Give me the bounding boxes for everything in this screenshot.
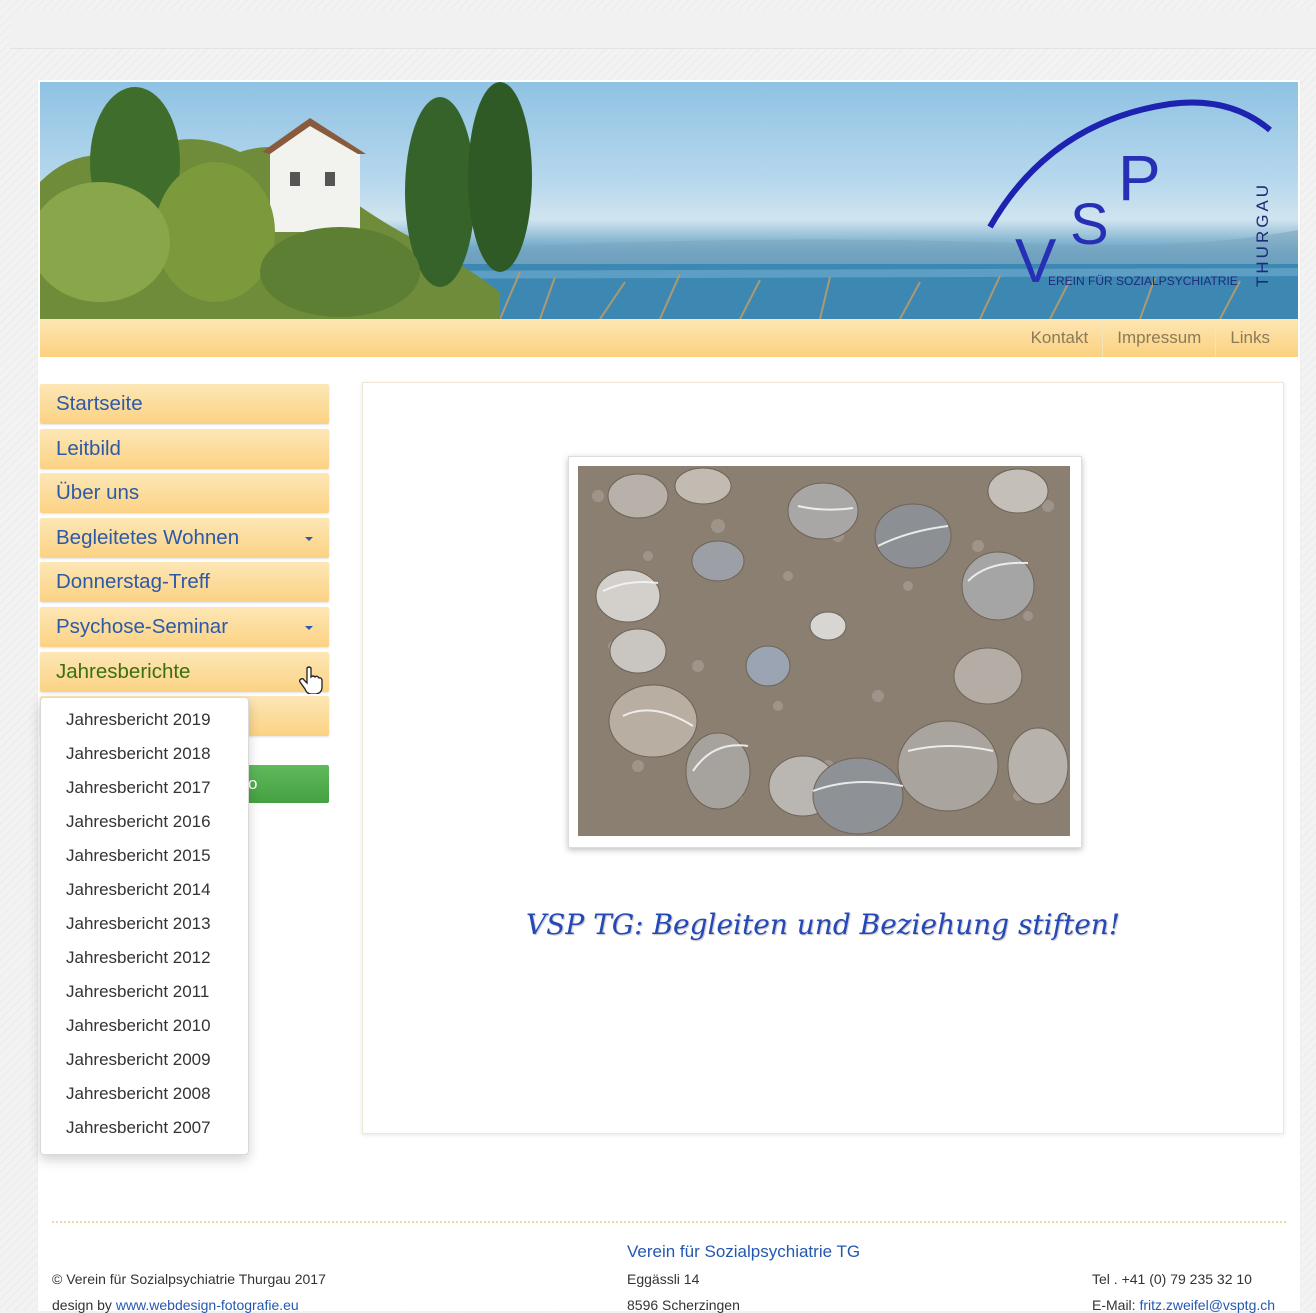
logo-tagline: EREIN FÜR SOZIALPSYCHIATRIE — [1048, 274, 1238, 288]
sidebar-item-label: Jahresberichte — [56, 659, 191, 683]
footer-copyright: © Verein für Sozialpsychiatrie Thurgau 2… — [52, 1271, 326, 1287]
banner-landscape-image: V S P EREIN FÜR SOZIALPSYCHIATRIE THURGA… — [40, 82, 1298, 319]
logo-p-glyph: P — [1118, 142, 1161, 214]
sidebar-item-label: Psychose-Seminar — [56, 614, 229, 638]
main-content-panel: VSP TG: Begleiten und Beziehung stiften! — [362, 382, 1284, 1134]
nav-link-links[interactable]: Links — [1215, 319, 1284, 357]
dropdown-item-2014[interactable]: Jahresbericht 2014 — [41, 873, 248, 907]
caret-down-icon — [305, 536, 313, 541]
sidebar-menu: Startseite Leitbild Über uns Begleitetes… — [40, 384, 329, 741]
sidebar-item-label: Donnerstag-Treff — [56, 570, 210, 594]
footer-tel: Tel . +41 (0) 79 235 32 10 — [1092, 1271, 1252, 1287]
dropdown-item-2017[interactable]: Jahresbericht 2017 — [41, 771, 248, 805]
dropdown-item-2016[interactable]: Jahresbericht 2016 — [41, 805, 248, 839]
slogan-heading: VSP TG: Begleiten und Beziehung stiften! — [525, 908, 1121, 941]
footer-org-name: Verein für Sozialpsychiatrie TG — [627, 1242, 861, 1261]
sidebar-item-leitbild[interactable]: Leitbild — [40, 428, 329, 469]
browser-top-strip — [10, 10, 1316, 49]
dropdown-item-2010[interactable]: Jahresbericht 2010 — [41, 1009, 248, 1043]
dropdown-item-2011[interactable]: Jahresbericht 2011 — [41, 975, 248, 1009]
sidebar-item-jahresberichte[interactable]: Jahresberichte — [40, 651, 329, 694]
dropdown-item-2015[interactable]: Jahresbericht 2015 — [41, 839, 248, 873]
footer-street: Eggässli 14 — [627, 1271, 700, 1287]
nav-link-impressum[interactable]: Impressum — [1102, 319, 1215, 357]
dropdown-item-2013[interactable]: Jahresbericht 2013 — [41, 907, 248, 941]
dropdown-item-2012[interactable]: Jahresbericht 2012 — [41, 941, 248, 975]
top-navigation-bar: Kontakt Impressum Links — [40, 319, 1298, 357]
logo-s-glyph: S — [1070, 192, 1109, 257]
jahresberichte-dropdown: Jahresbericht 2019 Jahresbericht 2018 Ja… — [40, 697, 249, 1155]
sidebar-item-donnerstag-treff[interactable]: Donnerstag-Treff — [40, 562, 329, 603]
sidebar-item-psychose-seminar[interactable]: Psychose-Seminar — [40, 606, 329, 647]
page-wrapper: V S P EREIN FÜR SOZIALPSYCHIATRIE THURGA… — [37, 80, 1301, 1313]
stones-photo-frame — [568, 456, 1082, 848]
sidebar-item-label: Über uns — [56, 481, 140, 505]
header-banner: V S P EREIN FÜR SOZIALPSYCHIATRIE THURGA… — [40, 82, 1298, 319]
dropdown-item-2019[interactable]: Jahresbericht 2019 — [41, 703, 248, 737]
sidebar-item-label: Leitbild — [56, 436, 121, 460]
sidebar-item-label: Startseite — [56, 392, 143, 415]
sidebar-item-ueber-uns[interactable]: Über uns — [40, 473, 329, 514]
sidebar-item-startseite[interactable]: Startseite — [40, 384, 329, 424]
dropdown-item-2007[interactable]: Jahresbericht 2007 — [41, 1111, 248, 1145]
sidebar-item-label: Begleitetes Wohnen — [56, 525, 240, 549]
stones-photo — [578, 466, 1070, 836]
sidebar-item-begleitetes-wohnen[interactable]: Begleitetes Wohnen — [40, 517, 329, 558]
hand-cursor-icon — [299, 665, 323, 694]
caret-down-icon — [305, 625, 313, 630]
logo-region: THURGAU — [1253, 182, 1272, 287]
dropdown-item-2008[interactable]: Jahresbericht 2008 — [41, 1077, 248, 1111]
dropdown-item-2018[interactable]: Jahresbericht 2018 — [41, 737, 248, 771]
dropdown-item-2009[interactable]: Jahresbericht 2009 — [41, 1043, 248, 1077]
footer-divider — [52, 1221, 1286, 1223]
nav-link-kontakt[interactable]: Kontakt — [1017, 319, 1103, 357]
